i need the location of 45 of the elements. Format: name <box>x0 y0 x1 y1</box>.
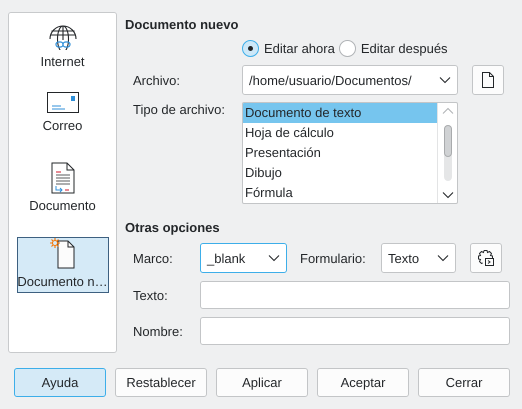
category-item[interactable]: Internet <box>16 19 108 89</box>
field-label: Tipo de archivo: <box>132 102 226 117</box>
list-item[interactable]: Dibujo <box>243 163 437 183</box>
chevron-up-icon <box>442 107 454 115</box>
section-heading: Documento nuevo <box>125 17 240 32</box>
radio-label: Editar ahora <box>264 41 335 56</box>
text-field[interactable] <box>200 281 510 309</box>
field-label: Formulario: <box>299 250 367 266</box>
folder-combo[interactable]: /home/usuario/Documentos/ <box>242 65 458 95</box>
envelope-icon <box>46 92 78 114</box>
dialog-button[interactable]: Aplicar <box>216 368 308 397</box>
field-label: Marco: <box>132 250 174 266</box>
field-label: Archivo: <box>132 72 181 88</box>
gear-icon <box>477 249 495 267</box>
scrollbar-track[interactable] <box>444 125 452 181</box>
list-item[interactable]: Fórmula <box>243 183 437 203</box>
list-item[interactable]: Documento de texto <box>243 103 437 123</box>
dialog-button[interactable]: Cerrar <box>418 368 510 397</box>
browse-button[interactable] <box>472 65 504 95</box>
form-combo[interactable]: Texto <box>381 243 456 273</box>
category-item[interactable]: Correo <box>16 89 108 159</box>
name-field[interactable] <box>200 317 510 345</box>
chevron-down-icon <box>437 254 449 262</box>
document-icon <box>50 162 74 194</box>
chevron-down-icon <box>442 191 454 199</box>
new-document-icon <box>50 238 76 270</box>
radio-button[interactable] <box>338 40 356 57</box>
list-item[interactable]: Hoja de cálculo <box>243 123 437 143</box>
dialog-button[interactable]: Aceptar <box>317 368 409 397</box>
list-item[interactable]: Presentación <box>243 143 437 163</box>
chevron-down-icon <box>268 254 280 262</box>
field-label: Texto: <box>132 288 169 302</box>
frame-combo[interactable]: _blank <box>200 243 287 273</box>
section-heading: Otras opciones <box>125 220 221 235</box>
file-icon <box>482 72 494 88</box>
radio-label: Editar después <box>360 41 448 56</box>
scrollbar-thumb[interactable] <box>444 125 452 157</box>
dialog-button[interactable]: Ayuda <box>14 368 106 397</box>
dialog-button[interactable]: Restablecer <box>115 368 207 397</box>
macro-button[interactable] <box>470 243 502 273</box>
radio-button[interactable] <box>242 40 259 57</box>
field-label: Nombre: <box>132 324 184 338</box>
chevron-down-icon <box>439 76 451 84</box>
category-item[interactable]: Documento n… <box>16 237 108 293</box>
category-item[interactable]: Documento <box>16 159 108 229</box>
